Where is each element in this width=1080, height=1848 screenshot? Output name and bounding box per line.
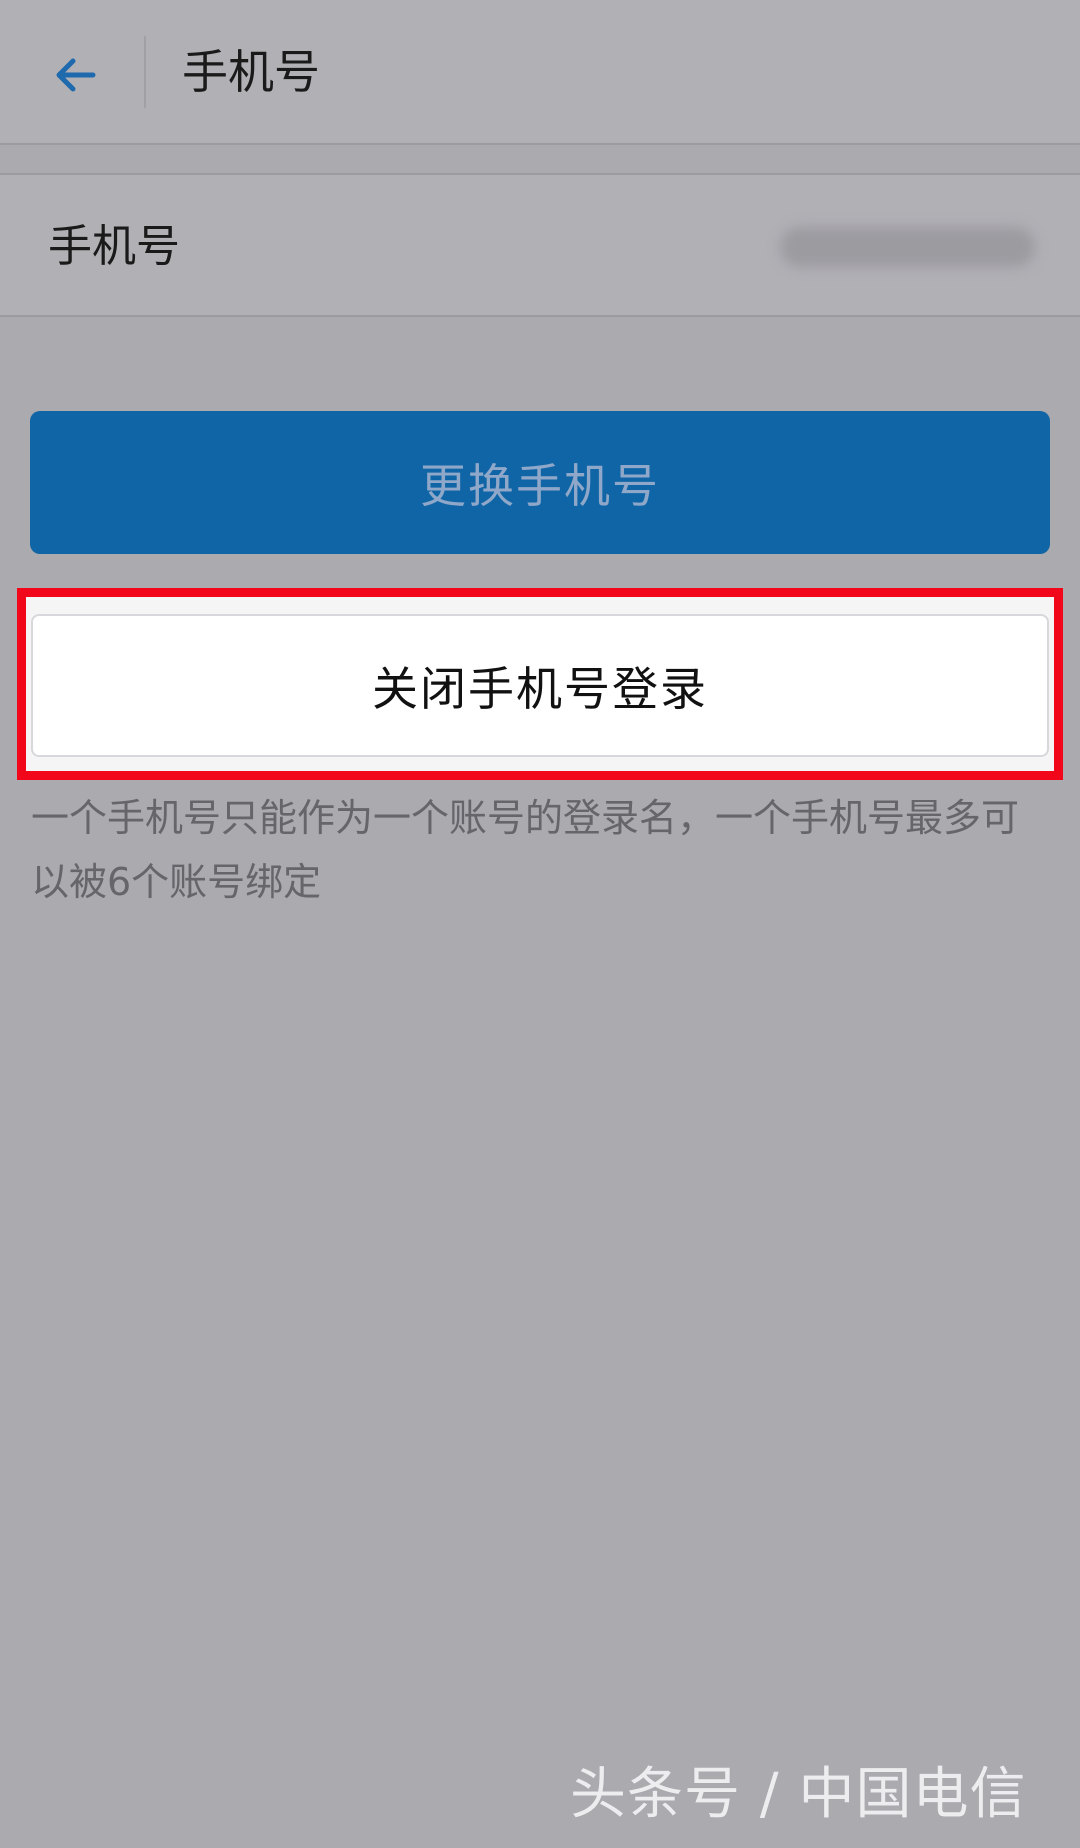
top-bar: 手机号	[0, 0, 1080, 145]
phone-number-row: 手机号	[0, 173, 1080, 317]
phone-number-value-blurred	[780, 227, 1035, 267]
header-divider	[144, 36, 146, 108]
back-arrow-icon	[49, 49, 101, 101]
page-title: 手机号	[182, 45, 320, 99]
phone-number-label: 手机号	[48, 221, 180, 272]
watermark: 头条号 / 中国电信	[570, 1762, 1027, 1827]
binding-hint-text: 一个手机号只能作为一个账号的登录名，一个手机号最多可以被6个账号绑定	[31, 796, 1020, 904]
change-phone-button[interactable]: 更换手机号	[30, 411, 1050, 554]
back-button[interactable]	[30, 30, 120, 120]
close-phone-login-button[interactable]: 关闭手机号登录	[31, 614, 1049, 757]
